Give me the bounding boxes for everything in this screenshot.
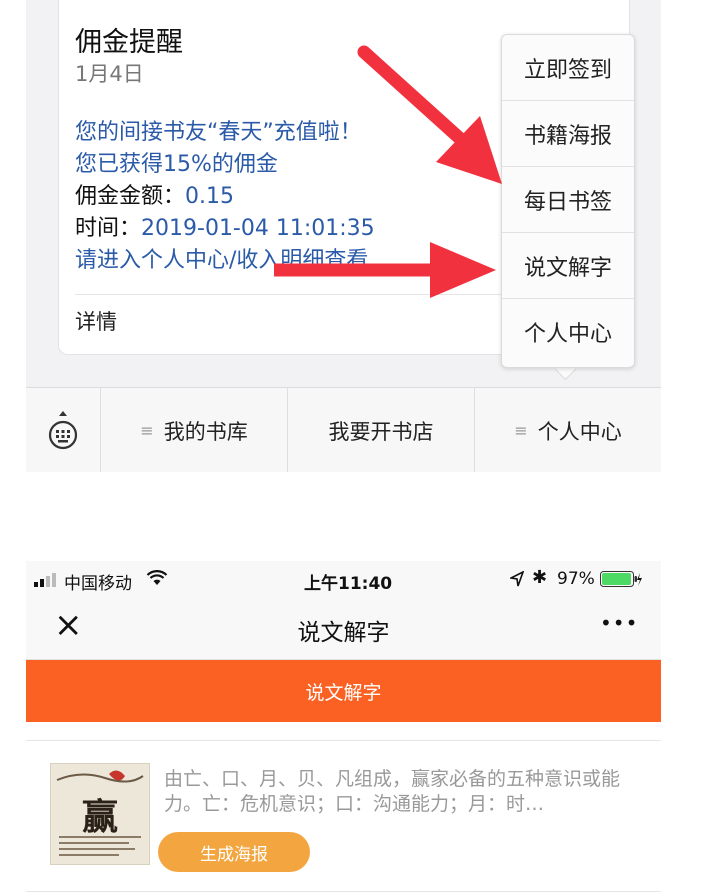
bluetooth-icon: ✱ [532, 567, 548, 588]
wifi-icon [146, 570, 168, 585]
location-arrow-icon [510, 571, 524, 587]
more-icon[interactable]: ••• [600, 611, 638, 635]
annotation-arrows [274, 45, 502, 298]
navigation-bar: × 说文解字 ••• [26, 597, 661, 660]
generate-poster-button[interactable]: 生成海报 [158, 832, 310, 872]
item-description: 由亡、口、月、贝、凡组成，赢家必备的五种意识或能力。亡：危机意识；口：沟通能力；… [164, 768, 621, 815]
list-item[interactable]: 赢 由亡、口、月、贝、凡组成，赢家必备的五种意识或能力。亡：危机意识；口：沟通能… [26, 740, 661, 892]
battery-percent: 97% [557, 569, 595, 589]
thumbnail-image: 赢 [50, 763, 150, 865]
clock: 上午11:40 [304, 574, 393, 594]
status-bar: 中国移动 上午11:40 ✱ 97% [26, 561, 661, 597]
arrow-shaft-1 [357, 45, 473, 151]
signal-icon [34, 573, 56, 587]
page-title: 说文解字 [297, 620, 390, 646]
carrier-name: 中国移动 [64, 574, 132, 594]
battery-icon [600, 571, 642, 587]
thumbnail-character: 赢 [81, 796, 118, 838]
arrow-head-2 [430, 242, 496, 298]
chat-panel: 佣金提醒 1月4日 您的间接书友“春天”充值啦！ 您已获得15%的佣金 佣金金额… [26, 0, 661, 472]
section-banner: 说文解字 [26, 660, 661, 722]
